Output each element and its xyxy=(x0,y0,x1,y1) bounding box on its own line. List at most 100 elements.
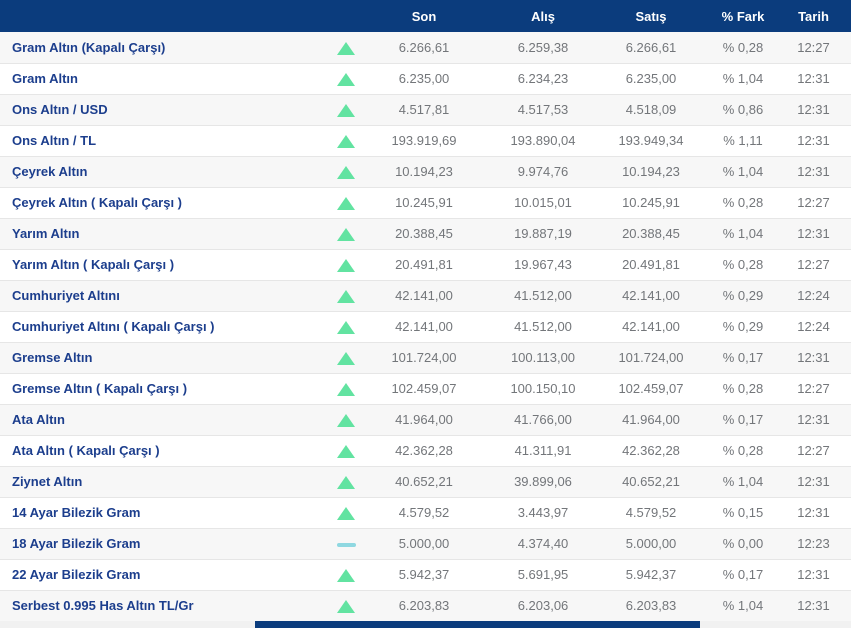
instrument-name-link[interactable]: Ziynet Altın xyxy=(0,466,322,497)
instrument-name-link[interactable]: 18 Ayar Bilezik Gram xyxy=(0,528,322,559)
alis-value: 41.766,00 xyxy=(478,404,608,435)
alis-value: 100.113,00 xyxy=(478,342,608,373)
up-arrow-icon xyxy=(337,383,355,396)
son-value: 10.245,91 xyxy=(370,187,478,218)
up-arrow-icon xyxy=(337,569,355,582)
tarih-value: 12:31 xyxy=(792,218,851,249)
table-row[interactable]: Cumhuriyet Altını ( Kapalı Çarşı ) 42.14… xyxy=(0,311,851,342)
header-tarih: Tarih xyxy=(792,0,851,32)
son-value: 4.517,81 xyxy=(370,94,478,125)
alis-value: 5.691,95 xyxy=(478,559,608,590)
table-row[interactable]: Ons Altın / USD 4.517,81 4.517,53 4.518,… xyxy=(0,94,851,125)
up-arrow-icon xyxy=(337,259,355,272)
son-value: 42.141,00 xyxy=(370,280,478,311)
satis-value: 4.579,52 xyxy=(608,497,694,528)
up-arrow-icon xyxy=(337,321,355,334)
up-arrow-icon xyxy=(337,414,355,427)
son-value: 41.964,00 xyxy=(370,404,478,435)
tarih-value: 12:31 xyxy=(792,497,851,528)
instrument-name-link[interactable]: Yarım Altın xyxy=(0,218,322,249)
fark-value: % 0,17 xyxy=(694,559,792,590)
alis-value: 100.150,10 xyxy=(478,373,608,404)
instrument-name-link[interactable]: Gremse Altın xyxy=(0,342,322,373)
header-satis: Satış xyxy=(608,0,694,32)
instrument-name-link[interactable]: Ata Altın ( Kapalı Çarşı ) xyxy=(0,435,322,466)
up-arrow-icon xyxy=(337,476,355,489)
header-instrument xyxy=(0,0,322,32)
fark-value: % 0,28 xyxy=(694,435,792,466)
table-row[interactable]: Ata Altın 41.964,00 41.766,00 41.964,00 … xyxy=(0,404,851,435)
table-row[interactable]: Serbest 0.995 Has Altın TL/Gr 6.203,83 6… xyxy=(0,590,851,621)
table-row[interactable]: Gram Altın (Kapalı Çarşı) 6.266,61 6.259… xyxy=(0,32,851,63)
fark-value: % 0,29 xyxy=(694,280,792,311)
alis-value: 3.443,97 xyxy=(478,497,608,528)
instrument-name-link[interactable]: Cumhuriyet Altını xyxy=(0,280,322,311)
gold-prices-table: Son Alış Satış % Fark Tarih Gram Altın (… xyxy=(0,0,851,621)
fark-value: % 0,28 xyxy=(694,32,792,63)
satis-value: 5.942,37 xyxy=(608,559,694,590)
son-value: 10.194,23 xyxy=(370,156,478,187)
satis-value: 6.235,00 xyxy=(608,63,694,94)
tarih-value: 12:31 xyxy=(792,466,851,497)
fark-value: % 0,86 xyxy=(694,94,792,125)
instrument-name-link[interactable]: Serbest 0.995 Has Altın TL/Gr xyxy=(0,590,322,621)
table-row[interactable]: Yarım Altın ( Kapalı Çarşı ) 20.491,81 1… xyxy=(0,249,851,280)
instrument-name-link[interactable]: 14 Ayar Bilezik Gram xyxy=(0,497,322,528)
table-row[interactable]: Çeyrek Altın ( Kapalı Çarşı ) 10.245,91 … xyxy=(0,187,851,218)
satis-value: 40.652,21 xyxy=(608,466,694,497)
gold-prices-page: Son Alış Satış % Fark Tarih Gram Altın (… xyxy=(0,0,851,628)
tarih-value: 12:31 xyxy=(792,63,851,94)
instrument-name-link[interactable]: Yarım Altın ( Kapalı Çarşı ) xyxy=(0,249,322,280)
table-row[interactable]: Ata Altın ( Kapalı Çarşı ) 42.362,28 41.… xyxy=(0,435,851,466)
up-arrow-icon xyxy=(337,166,355,179)
tarih-value: 12:31 xyxy=(792,125,851,156)
table-row[interactable]: 22 Ayar Bilezik Gram 5.942,37 5.691,95 5… xyxy=(0,559,851,590)
instrument-name-link[interactable]: Gram Altın (Kapalı Çarşı) xyxy=(0,32,322,63)
instrument-name-link[interactable]: 22 Ayar Bilezik Gram xyxy=(0,559,322,590)
tarih-value: 12:31 xyxy=(792,590,851,621)
alis-value: 6.259,38 xyxy=(478,32,608,63)
instrument-name-link[interactable]: Cumhuriyet Altını ( Kapalı Çarşı ) xyxy=(0,311,322,342)
table-row[interactable]: Ons Altın / TL 193.919,69 193.890,04 193… xyxy=(0,125,851,156)
fark-value: % 0,15 xyxy=(694,497,792,528)
table-row[interactable]: Gremse Altın 101.724,00 100.113,00 101.7… xyxy=(0,342,851,373)
table-row[interactable]: Ziynet Altın 40.652,21 39.899,06 40.652,… xyxy=(0,466,851,497)
instrument-name-link[interactable]: Ons Altın / USD xyxy=(0,94,322,125)
alis-value: 9.974,76 xyxy=(478,156,608,187)
tarih-value: 12:27 xyxy=(792,435,851,466)
instrument-name-link[interactable]: Gremse Altın ( Kapalı Çarşı ) xyxy=(0,373,322,404)
tarih-value: 12:24 xyxy=(792,311,851,342)
fark-value: % 0,00 xyxy=(694,528,792,559)
fark-value: % 0,29 xyxy=(694,311,792,342)
instrument-name-link[interactable]: Ons Altın / TL xyxy=(0,125,322,156)
alis-value: 193.890,04 xyxy=(478,125,608,156)
alis-value: 41.512,00 xyxy=(478,280,608,311)
table-row[interactable]: Cumhuriyet Altını 42.141,00 41.512,00 42… xyxy=(0,280,851,311)
instrument-name-link[interactable]: Gram Altın xyxy=(0,63,322,94)
up-arrow-icon xyxy=(337,42,355,55)
table-row[interactable]: 18 Ayar Bilezik Gram 5.000,00 4.374,40 5… xyxy=(0,528,851,559)
satis-value: 20.388,45 xyxy=(608,218,694,249)
instrument-name-link[interactable]: Ata Altın xyxy=(0,404,322,435)
table-row[interactable]: Çeyrek Altın 10.194,23 9.974,76 10.194,2… xyxy=(0,156,851,187)
instrument-name-link[interactable]: Çeyrek Altın ( Kapalı Çarşı ) xyxy=(0,187,322,218)
son-value: 42.141,00 xyxy=(370,311,478,342)
satis-value: 20.491,81 xyxy=(608,249,694,280)
scrollbar-thumb[interactable] xyxy=(255,621,700,628)
table-row[interactable]: Yarım Altın 20.388,45 19.887,19 20.388,4… xyxy=(0,218,851,249)
alis-value: 6.203,06 xyxy=(478,590,608,621)
tarih-value: 12:31 xyxy=(792,342,851,373)
neutral-dash-icon xyxy=(337,543,356,547)
satis-value: 6.203,83 xyxy=(608,590,694,621)
table-row[interactable]: Gremse Altın ( Kapalı Çarşı ) 102.459,07… xyxy=(0,373,851,404)
alis-value: 19.967,43 xyxy=(478,249,608,280)
alis-value: 39.899,06 xyxy=(478,466,608,497)
tarih-value: 12:31 xyxy=(792,94,851,125)
satis-value: 41.964,00 xyxy=(608,404,694,435)
table-row[interactable]: 14 Ayar Bilezik Gram 4.579,52 3.443,97 4… xyxy=(0,497,851,528)
instrument-name-link[interactable]: Çeyrek Altın xyxy=(0,156,322,187)
satis-value: 42.141,00 xyxy=(608,311,694,342)
horizontal-scrollbar[interactable] xyxy=(0,621,851,628)
alis-value: 41.311,91 xyxy=(478,435,608,466)
table-row[interactable]: Gram Altın 6.235,00 6.234,23 6.235,00 % … xyxy=(0,63,851,94)
